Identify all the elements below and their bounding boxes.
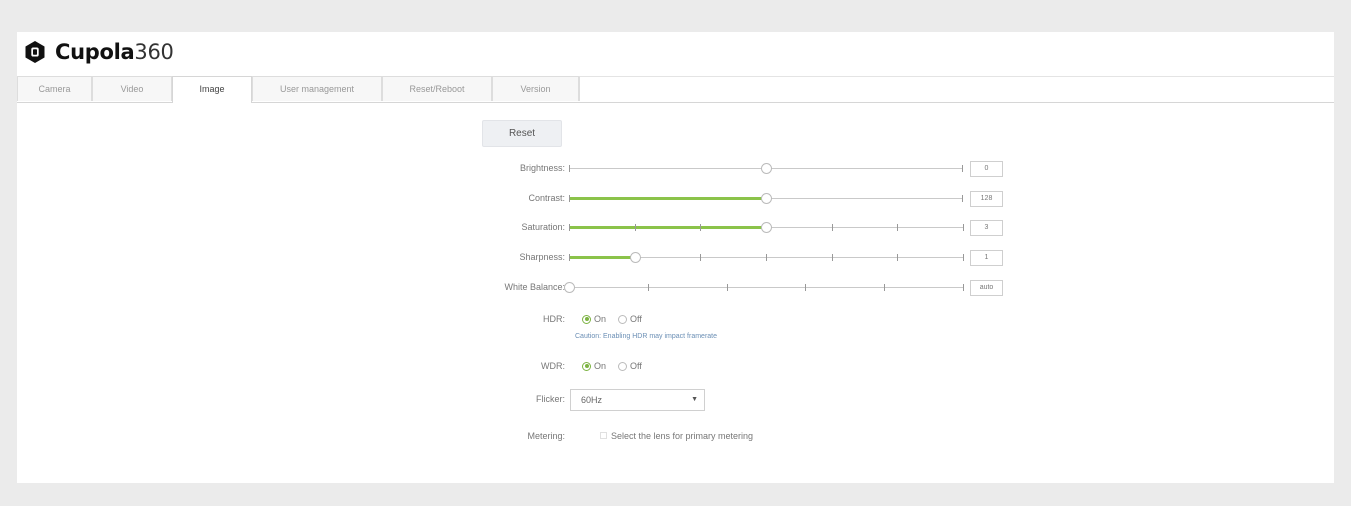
white-balance-label: White Balance: bbox=[504, 282, 565, 292]
contrast-label: Contrast: bbox=[528, 193, 565, 203]
contrast-value[interactable]: 128 bbox=[970, 191, 1003, 207]
slider-tick bbox=[569, 254, 570, 261]
white-balance-track bbox=[569, 287, 963, 288]
slider-end-tick bbox=[569, 165, 570, 172]
slider-tick bbox=[569, 224, 570, 231]
flicker-select[interactable]: 60Hz ▼ bbox=[570, 389, 705, 411]
sharpness-value[interactable]: 1 bbox=[970, 250, 1003, 266]
hdr-on-radio[interactable] bbox=[582, 314, 591, 324]
tab-user-management[interactable]: User management bbox=[252, 76, 382, 101]
metering-checkbox[interactable] bbox=[600, 432, 607, 439]
slider-tick bbox=[635, 224, 636, 231]
slider-end-tick bbox=[962, 165, 963, 172]
saturation-fill bbox=[569, 226, 766, 229]
tab-camera[interactable]: Camera bbox=[17, 76, 92, 101]
sharpness-label: Sharpness: bbox=[519, 252, 565, 262]
slider-tick bbox=[897, 224, 898, 231]
slider-tick bbox=[700, 224, 701, 231]
wdr-off-label: Off bbox=[630, 361, 642, 371]
slider-tick bbox=[832, 224, 833, 231]
wdr-off-radio[interactable] bbox=[618, 361, 628, 371]
slider-end-tick bbox=[569, 195, 570, 202]
brightness-handle[interactable] bbox=[761, 163, 772, 174]
settings-panel: Cupola 360 Camera Video Image User manage… bbox=[17, 32, 1334, 483]
brightness-slider[interactable] bbox=[569, 163, 963, 175]
slider-tick bbox=[963, 254, 964, 261]
tab-bar-filler bbox=[579, 76, 1334, 101]
chevron-down-icon: ▼ bbox=[691, 396, 698, 403]
white-balance-slider[interactable] bbox=[564, 282, 964, 294]
tab-version[interactable]: Version bbox=[492, 76, 579, 101]
wdr-on-option[interactable]: On bbox=[582, 361, 606, 371]
slider-tick bbox=[700, 254, 701, 261]
hdr-radio-group: On Off bbox=[582, 314, 654, 324]
saturation-label: Saturation: bbox=[521, 222, 565, 232]
hdr-on-label: On bbox=[594, 314, 607, 324]
contrast-fill bbox=[569, 197, 766, 200]
slider-tick bbox=[648, 284, 649, 291]
sharpness-fill bbox=[569, 256, 635, 259]
metering-label: Metering: bbox=[527, 431, 565, 441]
brand-name: Cupola bbox=[55, 40, 135, 64]
contrast-handle[interactable] bbox=[761, 193, 772, 204]
saturation-value[interactable]: 3 bbox=[970, 220, 1003, 236]
sharpness-slider[interactable] bbox=[569, 252, 964, 264]
wdr-label: WDR: bbox=[541, 361, 565, 371]
metering-checkbox-label: Select the lens for primary metering bbox=[611, 431, 754, 441]
sharpness-handle[interactable] bbox=[630, 252, 641, 263]
hdr-off-radio[interactable] bbox=[618, 314, 628, 324]
slider-tick bbox=[832, 254, 833, 261]
wdr-off-option[interactable]: Off bbox=[618, 361, 642, 371]
white-balance-handle[interactable] bbox=[564, 282, 575, 293]
saturation-handle[interactable] bbox=[761, 222, 772, 233]
brand-logo: Cupola 360 bbox=[23, 37, 174, 67]
white-balance-value[interactable]: auto bbox=[970, 280, 1003, 296]
slider-tick bbox=[805, 284, 806, 291]
hdr-label: HDR: bbox=[543, 314, 565, 324]
wdr-on-label: On bbox=[594, 361, 607, 371]
hdr-on-option[interactable]: On bbox=[582, 314, 606, 324]
slider-tick bbox=[884, 284, 885, 291]
flicker-select-value: 60Hz bbox=[581, 395, 603, 405]
brand-suffix: 360 bbox=[134, 40, 174, 64]
contrast-slider[interactable] bbox=[569, 193, 963, 205]
slider-tick bbox=[963, 224, 964, 231]
tab-video[interactable]: Video bbox=[92, 76, 172, 101]
wdr-radio-group: On Off bbox=[582, 361, 654, 371]
flicker-label: Flicker: bbox=[536, 394, 565, 404]
cupola-logo-icon bbox=[25, 41, 45, 63]
tab-bar: Camera Video Image User management Reset… bbox=[17, 76, 1334, 103]
tab-image[interactable]: Image bbox=[172, 76, 252, 103]
hdr-off-option[interactable]: Off bbox=[618, 314, 642, 324]
slider-tick bbox=[963, 284, 964, 291]
brightness-label: Brightness: bbox=[519, 163, 565, 173]
hdr-off-label: Off bbox=[630, 314, 642, 324]
slider-tick bbox=[897, 254, 898, 261]
slider-end-tick bbox=[962, 195, 963, 202]
tab-reset-reboot[interactable]: Reset/Reboot bbox=[382, 76, 492, 101]
reset-button[interactable]: Reset bbox=[482, 120, 562, 147]
slider-tick bbox=[766, 254, 767, 261]
saturation-slider[interactable] bbox=[569, 222, 964, 234]
hdr-caution-text: Caution: Enabling HDR may impact framera… bbox=[575, 333, 718, 340]
wdr-on-radio[interactable] bbox=[582, 361, 591, 371]
brightness-value[interactable]: 0 bbox=[970, 161, 1003, 177]
slider-tick bbox=[727, 284, 728, 291]
